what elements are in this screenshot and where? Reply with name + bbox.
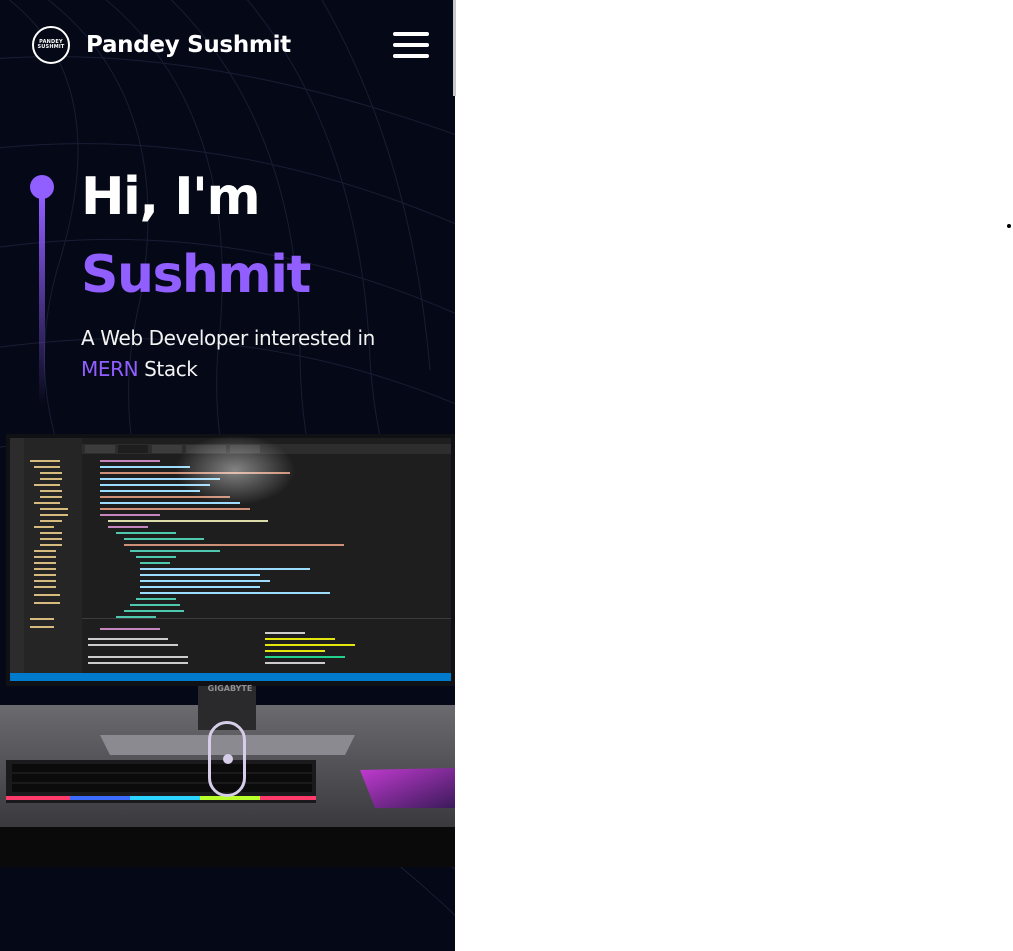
- hamburger-menu-icon[interactable]: [393, 32, 429, 58]
- menu-bar: [393, 32, 429, 36]
- app-panel: PANDEY SUSHMIT Pandey Sushmit Hi, I'm Su…: [0, 0, 455, 951]
- computer-desk-scene: GIGABYTE: [0, 434, 455, 867]
- subtitle-prefix: A Web Developer interested in: [81, 326, 375, 350]
- logo[interactable]: PANDEY SUSHMIT: [32, 26, 70, 64]
- menu-bar: [393, 54, 429, 58]
- navbar: PANDEY SUSHMIT Pandey Sushmit: [32, 24, 429, 66]
- brand-name[interactable]: Pandey Sushmit: [86, 32, 291, 58]
- menu-bar: [393, 43, 429, 47]
- logo-text-bottom: SUSHMIT: [37, 44, 65, 50]
- scroll-dot: [223, 754, 233, 764]
- stray-dot: [1007, 224, 1011, 228]
- hero-name: Sushmit: [81, 245, 311, 305]
- monitor-brand: GIGABYTE: [208, 684, 253, 693]
- mouse-pad: [360, 768, 455, 808]
- hero-greeting: Hi, I'm: [81, 167, 261, 227]
- subtitle-suffix: Stack: [138, 357, 198, 381]
- accent-line: [39, 196, 45, 406]
- subtitle-highlight: MERN: [81, 357, 139, 381]
- scrollbar[interactable]: [453, 0, 456, 96]
- mouse-scroll-icon[interactable]: [208, 721, 246, 797]
- hero-subtitle: A Web Developer interested in MERN Stack: [81, 323, 421, 385]
